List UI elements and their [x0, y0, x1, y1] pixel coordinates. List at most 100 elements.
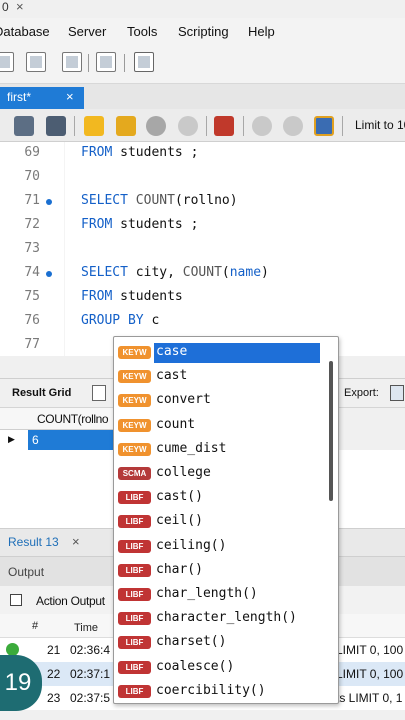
autocomplete-item-label: coercibility() [156, 682, 266, 698]
autocomplete-item-label: cast() [156, 489, 203, 505]
code-text: FROM students ; [81, 217, 198, 232]
autocomplete-item[interactable]: KEYW cast [114, 364, 322, 388]
code-token: city, [127, 265, 183, 280]
query-tab-first[interactable]: first* × [0, 87, 84, 109]
libf-badge-icon: LIBF [118, 588, 151, 601]
row-message: LIMIT 0, 100 [336, 667, 404, 681]
result-tab-label[interactable]: Result 13 [8, 535, 59, 549]
database-migration-icon[interactable] [134, 52, 154, 72]
manage-connections-icon[interactable] [26, 52, 46, 72]
code-line[interactable]: 69 FROM students ; [0, 142, 405, 166]
result-tab-close-icon[interactable]: × [72, 534, 80, 549]
autocomplete-item[interactable]: LIBF character_length() [114, 606, 322, 630]
autocomplete-item[interactable]: KEYW case [114, 340, 322, 364]
autocomplete-item[interactable]: LIBF char_length() [114, 582, 322, 606]
code-text: SELECT city, COUNT(name) [81, 265, 269, 280]
code-text: FROM students [81, 289, 183, 304]
code-line[interactable]: 72 FROM students ; [0, 214, 405, 238]
line-number: 72 [24, 217, 40, 232]
autocommit-icon[interactable] [314, 116, 334, 136]
code-line[interactable]: 73 [0, 238, 405, 262]
autocomplete-item-label: coalesce() [156, 658, 235, 674]
grid-view-icon[interactable] [92, 385, 106, 401]
execute-current-icon[interactable] [116, 116, 136, 136]
line-number: 74 [24, 265, 40, 280]
autocomplete-item[interactable]: LIBF ceiling() [114, 534, 322, 558]
autocomplete-item[interactable]: SCMA college [114, 461, 322, 485]
row-number: 23 [47, 691, 61, 705]
row-time: 02:37:1 [70, 667, 111, 681]
code-line[interactable]: 75 FROM students [0, 286, 405, 310]
result-grid-label[interactable]: Result Grid [12, 387, 71, 399]
autocomplete-item[interactable]: LIBF ceil() [114, 509, 322, 533]
menu-tools[interactable]: Tools [127, 24, 157, 39]
export-icon[interactable] [390, 385, 404, 401]
menu-database[interactable]: Database [0, 24, 50, 39]
commit-icon[interactable] [252, 116, 272, 136]
autocomplete-item[interactable]: LIBF coalesce() [114, 655, 322, 679]
tab-close-icon[interactable]: × [66, 89, 74, 104]
autocomplete-item[interactable]: LIBF coercibility() [114, 679, 322, 703]
toggle-error-icon[interactable] [214, 116, 234, 136]
new-connection-icon[interactable] [0, 52, 14, 72]
code-line[interactable]: 71 SELECT COUNT(rollno) [0, 190, 405, 214]
code-line[interactable]: 70 [0, 166, 405, 190]
editor-toolbar: Limit to 10 [0, 109, 405, 142]
save-icon[interactable] [46, 116, 66, 136]
line-number: 70 [24, 169, 40, 184]
autocomplete-item-label: character_length() [156, 610, 297, 626]
autocomplete-item[interactable]: LIBF char() [114, 558, 322, 582]
autocomplete-item[interactable]: KEYW count [114, 413, 322, 437]
window-title-strip: 0 × [0, 0, 405, 18]
code-line[interactable]: 76 GROUP BY c [0, 310, 405, 334]
libf-badge-icon: LIBF [118, 660, 151, 674]
row-time: 02:36:4 [70, 643, 111, 657]
libf-badge-icon: LIBF [118, 612, 151, 626]
menu-help[interactable]: Help [248, 24, 275, 39]
explain-icon[interactable] [146, 116, 166, 136]
autocomplete-item[interactable]: KEYW convert [114, 388, 322, 412]
row-number: 22 [47, 667, 61, 681]
execute-icon[interactable] [84, 116, 104, 136]
row-message: ts LIMIT 0, 1 [336, 691, 403, 705]
inspector-icon[interactable] [96, 52, 116, 72]
table-row[interactable]: ▶ 6 [0, 430, 120, 450]
keyw-badge-icon: KEYW [118, 418, 151, 432]
menubar: Database Server Tools Scripting Help [0, 18, 405, 44]
code-token: students ; [112, 145, 199, 160]
row-time: 02:37:5 [70, 691, 111, 705]
menu-server[interactable]: Server [68, 24, 106, 39]
open-file-icon[interactable] [14, 116, 34, 136]
copy-icon[interactable] [10, 594, 22, 606]
code-line[interactable]: 74 SELECT city, COUNT(name) [0, 262, 405, 286]
autocomplete-item-label: count [156, 416, 196, 432]
column-header[interactable]: COUNT(rollno [37, 412, 109, 426]
keyw-badge-icon: KEYW [118, 442, 151, 456]
table-cell[interactable]: 6 [28, 430, 120, 450]
menu-scripting[interactable]: Scripting [178, 24, 229, 39]
autocomplete-item[interactable]: LIBF charset() [114, 630, 322, 654]
output-mode-select[interactable]: Action Output [36, 594, 105, 608]
autocomplete-scrollbar[interactable] [329, 361, 333, 501]
window-close-icon[interactable]: × [16, 0, 24, 14]
autocomplete-item-label: college [156, 465, 211, 480]
autocomplete-item-label: charset() [156, 634, 227, 650]
rollback-icon[interactable] [283, 116, 303, 136]
scma-badge-icon: SCMA [118, 467, 151, 480]
output-title: Output [8, 565, 45, 579]
autocomplete-item[interactable]: KEYW cume_dist [114, 437, 322, 461]
column-header-number[interactable]: # [32, 620, 38, 632]
line-number: 77 [24, 337, 40, 352]
code-token: students [112, 289, 183, 304]
code-token: FROM [81, 217, 113, 232]
schema-icon[interactable] [62, 52, 82, 72]
column-header-time[interactable]: Time [74, 622, 98, 634]
window-title: 0 [2, 0, 9, 14]
stop-icon[interactable] [178, 116, 198, 136]
limit-rows-select[interactable]: Limit to 10 [355, 118, 405, 132]
code-token: ( [221, 265, 230, 280]
query-tab-bar: first* × [0, 84, 405, 109]
sql-editor[interactable]: 69 FROM students ; 70 71 SELECT COUNT(rollno… [0, 142, 405, 356]
autocomplete-item[interactable]: LIBF cast() [114, 485, 322, 509]
code-token: name [229, 265, 262, 280]
